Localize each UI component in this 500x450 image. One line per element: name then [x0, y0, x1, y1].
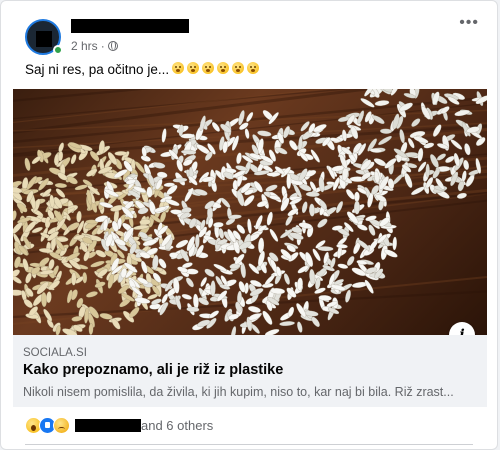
- hushed-face-emoji: [172, 62, 185, 74]
- link-description: Nikoli nisem pomislila, da živila, ki ji…: [23, 385, 454, 399]
- link-preview[interactable]: i SOCIALA.SI Kako prepoznamo, ali je riž…: [13, 89, 487, 407]
- hushed-face-emoji: [217, 62, 230, 74]
- meta-separator: ·: [100, 39, 105, 53]
- reactions-summary[interactable]: and 6 others: [25, 415, 213, 435]
- link-preview-image[interactable]: [13, 89, 487, 335]
- divider: [25, 444, 473, 445]
- post-text-body: Saj ni res, pa očitno je...: [25, 62, 170, 77]
- post-header: 2 hrs · •••: [25, 15, 487, 57]
- emoji-row: [169, 62, 260, 77]
- hushed-face-emoji: [232, 62, 245, 74]
- sad-reaction-icon: [53, 416, 70, 434]
- more-options-button[interactable]: •••: [459, 15, 479, 31]
- online-status-icon: [53, 45, 63, 55]
- reactor-name-redacted: [75, 418, 141, 432]
- hushed-face-emoji: [187, 62, 200, 74]
- avatar-redaction: [36, 31, 52, 47]
- hushed-face-emoji: [202, 62, 215, 74]
- rice-grains-image: [13, 89, 487, 335]
- reactions-count[interactable]: and 6 others: [141, 418, 213, 433]
- post-text: Saj ni res, pa očitno je...: [25, 62, 260, 77]
- link-domain: SOCIALA.SI: [23, 347, 87, 359]
- author-name-redacted[interactable]: [71, 19, 189, 33]
- link-title[interactable]: Kako prepoznamo, ali je riž iz plastike: [23, 362, 283, 378]
- post-meta: 2 hrs ·: [71, 39, 118, 53]
- post-card: 2 hrs · ••• Saj ni res, pa očitno je... …: [0, 0, 498, 450]
- post-timestamp[interactable]: 2 hrs: [71, 39, 98, 53]
- globe-icon[interactable]: [107, 41, 118, 51]
- link-preview-body[interactable]: SOCIALA.SI Kako prepoznamo, ali je riž i…: [13, 335, 487, 407]
- hushed-face-emoji: [247, 62, 260, 74]
